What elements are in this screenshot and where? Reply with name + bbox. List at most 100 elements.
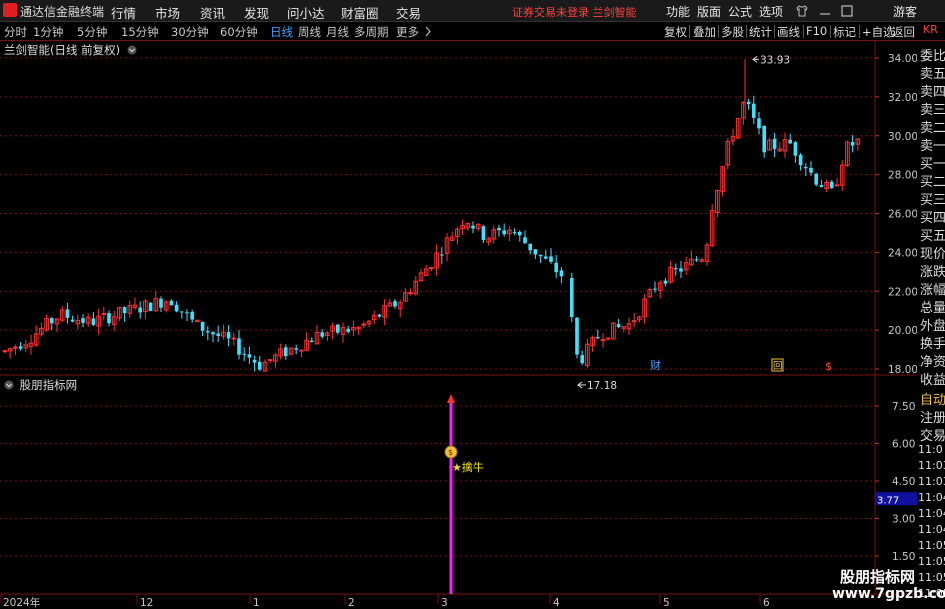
menu-gongneng[interactable]: 功能	[666, 3, 690, 20]
money-bag-label: $	[448, 448, 453, 457]
period-1min[interactable]: 1分钟	[33, 24, 63, 40]
menu-wenxiaoda[interactable]: 问小达	[287, 3, 325, 22]
candle-body	[91, 318, 96, 325]
period-more[interactable]: 更多	[396, 24, 419, 40]
side-item-price[interactable]: 现价	[920, 243, 945, 262]
maximize-icon[interactable]	[840, 4, 854, 18]
candle-body	[377, 314, 382, 317]
period-weekly[interactable]: 周线	[298, 24, 321, 40]
candle-body	[440, 254, 444, 256]
tool-tongji[interactable]: 统计	[749, 24, 772, 40]
period-60min[interactable]: 60分钟	[220, 24, 258, 40]
period-5min[interactable]: 5分钟	[77, 24, 107, 40]
date-label: 3	[441, 597, 448, 609]
user-guest[interactable]: 游客	[893, 3, 917, 20]
candle-body	[185, 312, 189, 314]
high-price-label: 33.93	[760, 54, 790, 66]
trade-login-warning[interactable]: 证券交易未登录 兰剑智能	[512, 4, 637, 20]
tool-f10[interactable]: F10	[806, 24, 827, 38]
price-tick-label: 28.00	[888, 170, 917, 182]
menu-hangqing[interactable]: 行情	[111, 3, 136, 22]
candle-body	[502, 230, 506, 235]
candle-body	[252, 359, 257, 363]
candle-body	[575, 317, 579, 355]
candle-body	[600, 339, 606, 342]
candle-body	[481, 226, 486, 241]
side-item-weibi[interactable]: 委比	[920, 45, 945, 64]
app-name: 通达信金融终端	[20, 5, 105, 19]
side-item-sell3[interactable]: 卖三	[920, 99, 945, 118]
watermark-name: 股朋指标网	[840, 568, 916, 586]
side-item-buy5[interactable]: 买五	[920, 225, 945, 244]
kline-chart[interactable]: 33.9317.18财回 $ 34.0032.0030.0028.0026.002…	[0, 41, 917, 609]
period-multi[interactable]: 多周期	[354, 24, 389, 40]
minimize-icon[interactable]	[818, 4, 832, 18]
menu-zixun[interactable]: 资讯	[200, 3, 225, 22]
side-item-buy1[interactable]: 买一	[920, 153, 945, 172]
price-tick-label: 18.00	[888, 364, 917, 376]
side-item-buy2[interactable]: 买二	[920, 171, 945, 190]
shirt-icon[interactable]	[795, 4, 809, 18]
tool-fuquan[interactable]: 复权	[664, 24, 687, 40]
period-30min[interactable]: 30分钟	[171, 24, 209, 40]
side-item-change-pct[interactable]: 涨幅	[920, 279, 945, 298]
side-item-earnings[interactable]: 收益	[920, 369, 945, 388]
period-fenshi[interactable]: 分时	[4, 24, 27, 40]
candle-body	[798, 154, 803, 166]
menu-xuanxiang[interactable]: 选项	[759, 3, 783, 20]
tool-back[interactable]: 返回	[892, 24, 915, 40]
candle-body	[570, 277, 574, 317]
candle-body	[653, 288, 657, 290]
candle-body	[674, 268, 678, 270]
chevron-right-icon[interactable]	[424, 26, 432, 37]
trade-time: 11:04	[918, 491, 945, 504]
tool-duogu[interactable]: 多股	[721, 24, 744, 40]
period-daily[interactable]: 日线	[270, 24, 293, 40]
tool-diejia[interactable]: 叠加	[693, 24, 716, 40]
period-15min[interactable]: 15分钟	[121, 24, 159, 40]
review-marker: 回	[773, 361, 783, 372]
candle-body	[408, 292, 413, 295]
candle-body	[596, 337, 600, 339]
side-item-change[interactable]: 涨跌	[920, 261, 945, 280]
side-item-buy3[interactable]: 买三	[920, 189, 945, 208]
indicator-panel: 7.50 6.00 4.50 3.00 1.50 3.77 $ ★擒牛	[0, 394, 917, 594]
candle-body	[788, 139, 792, 144]
menu-shichang[interactable]: 市场	[155, 3, 180, 22]
tool-huaxian[interactable]: 画线	[777, 24, 800, 40]
side-item-register[interactable]: 注册	[920, 407, 945, 426]
side-item-volume[interactable]: 总量	[920, 297, 945, 316]
side-item-auto[interactable]: 自动	[920, 389, 945, 408]
indicator-tick-label: 6.00	[892, 439, 915, 451]
side-item-sell1[interactable]: 卖一	[920, 135, 945, 154]
chart-title-text: 兰剑智能(日线 前复权)	[4, 43, 121, 57]
candle-body	[793, 142, 798, 156]
side-item-sell5[interactable]: 卖五	[920, 63, 945, 82]
candle-body	[211, 332, 215, 335]
menu-banmian[interactable]: 版面	[697, 3, 721, 20]
menu-jiaoyi[interactable]: 交易	[396, 3, 421, 22]
signal-label: ★擒牛	[452, 460, 484, 474]
chevron-down-icon[interactable]	[4, 380, 14, 390]
side-item-sell2[interactable]: 卖二	[920, 117, 945, 136]
chevron-down-icon[interactable]	[127, 45, 137, 55]
candle-body	[122, 307, 127, 314]
period-monthly[interactable]: 月线	[326, 24, 349, 40]
date-label: 5	[663, 597, 670, 609]
side-item-trade[interactable]: 交易	[920, 425, 945, 444]
candle-body	[393, 301, 397, 307]
menu-faxian[interactable]: 发现	[244, 3, 269, 22]
menu-caifuquan[interactable]: 财富圈	[341, 3, 379, 22]
candle-body	[834, 184, 840, 187]
side-item-outer[interactable]: 外盘	[920, 315, 945, 334]
finance-marker: 财	[650, 358, 661, 372]
tool-biaoji[interactable]: 标记	[833, 24, 856, 40]
menu-gongshi[interactable]: 公式	[728, 3, 752, 20]
candle-body	[247, 354, 252, 358]
side-item-turnover[interactable]: 换手	[920, 333, 945, 352]
price-tick-label: 24.00	[888, 247, 917, 259]
side-item-sell4[interactable]: 卖四	[920, 81, 945, 100]
side-item-buy4[interactable]: 买四	[920, 207, 945, 226]
trade-time: 11:05	[918, 571, 945, 584]
side-item-netasset[interactable]: 净资	[920, 351, 945, 370]
